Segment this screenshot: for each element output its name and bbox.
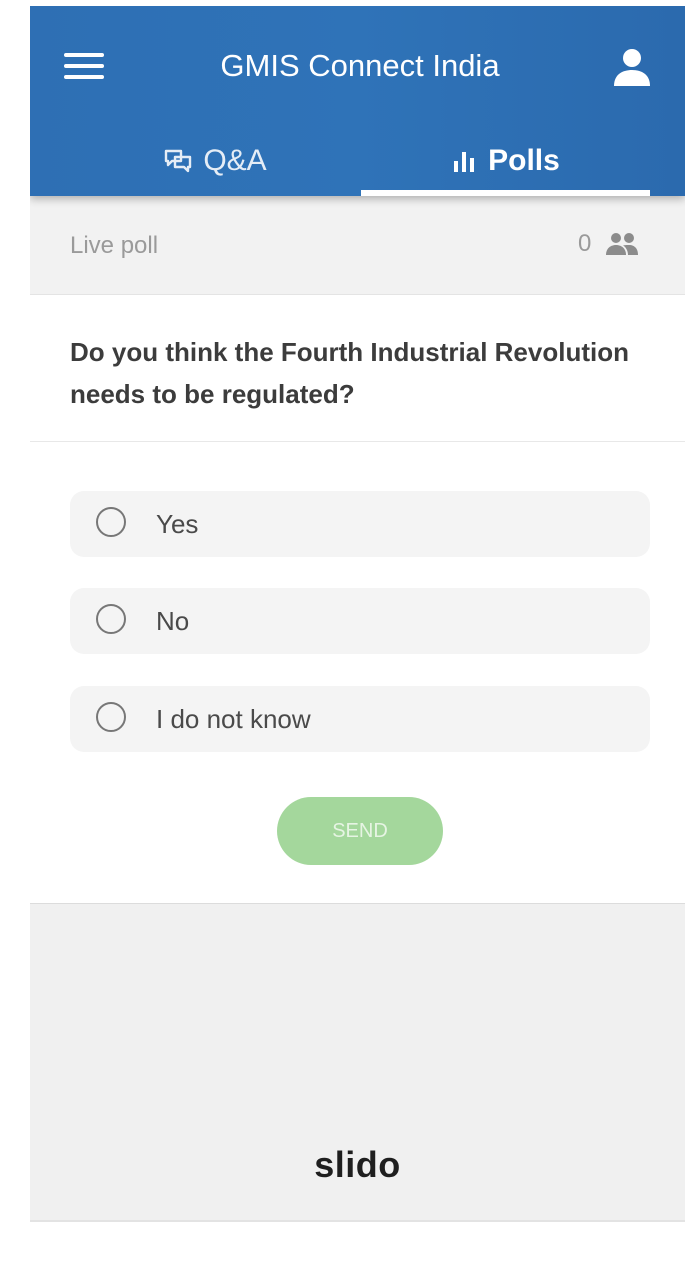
profile-button[interactable]	[610, 44, 654, 88]
live-poll-label: Live poll	[70, 232, 159, 259]
screen-bottom-edge	[30, 1220, 685, 1222]
speech-bubbles-icon	[163, 148, 193, 174]
option-label: I do not know	[156, 704, 311, 734]
active-tab-indicator	[361, 190, 650, 196]
bar-chart-icon	[452, 149, 478, 173]
option-no[interactable]: No	[70, 588, 650, 654]
participant-count: 0	[578, 230, 592, 257]
question-divider	[30, 441, 685, 442]
poll-header: Live poll 0	[30, 196, 685, 295]
app-bar: GMIS Connect India Q&A Polls	[30, 6, 685, 196]
poll-question: Do you think the Fourth Industrial Revol…	[70, 337, 629, 409]
option-yes[interactable]: Yes	[70, 491, 650, 557]
tab-qa[interactable]: Q&A	[50, 130, 380, 192]
slido-logo: slido	[314, 1144, 401, 1185]
send-button[interactable]: SEND	[277, 797, 443, 865]
radio-button[interactable]	[96, 702, 126, 732]
tab-qa-label: Q&A	[203, 144, 267, 177]
radio-button[interactable]	[96, 604, 126, 634]
radio-button[interactable]	[96, 507, 126, 537]
option-label: Yes	[156, 509, 199, 539]
user-profile-icon	[614, 49, 650, 86]
people-icon	[606, 233, 639, 255]
poll-card: Do you think the Fourth Industrial Revol…	[30, 295, 685, 904]
app-title: GMIS Connect India	[220, 48, 500, 83]
participants-counter: 0	[578, 230, 639, 258]
tab-polls[interactable]: Polls	[360, 130, 652, 192]
option-label: No	[156, 606, 190, 636]
tab-polls-label: Polls	[488, 144, 560, 177]
option-i-do-not-know[interactable]: I do not know	[70, 686, 650, 752]
phone-screen: GMIS Connect India Q&A Polls Live poll 0…	[30, 6, 685, 1220]
menu-button[interactable]	[64, 50, 106, 82]
